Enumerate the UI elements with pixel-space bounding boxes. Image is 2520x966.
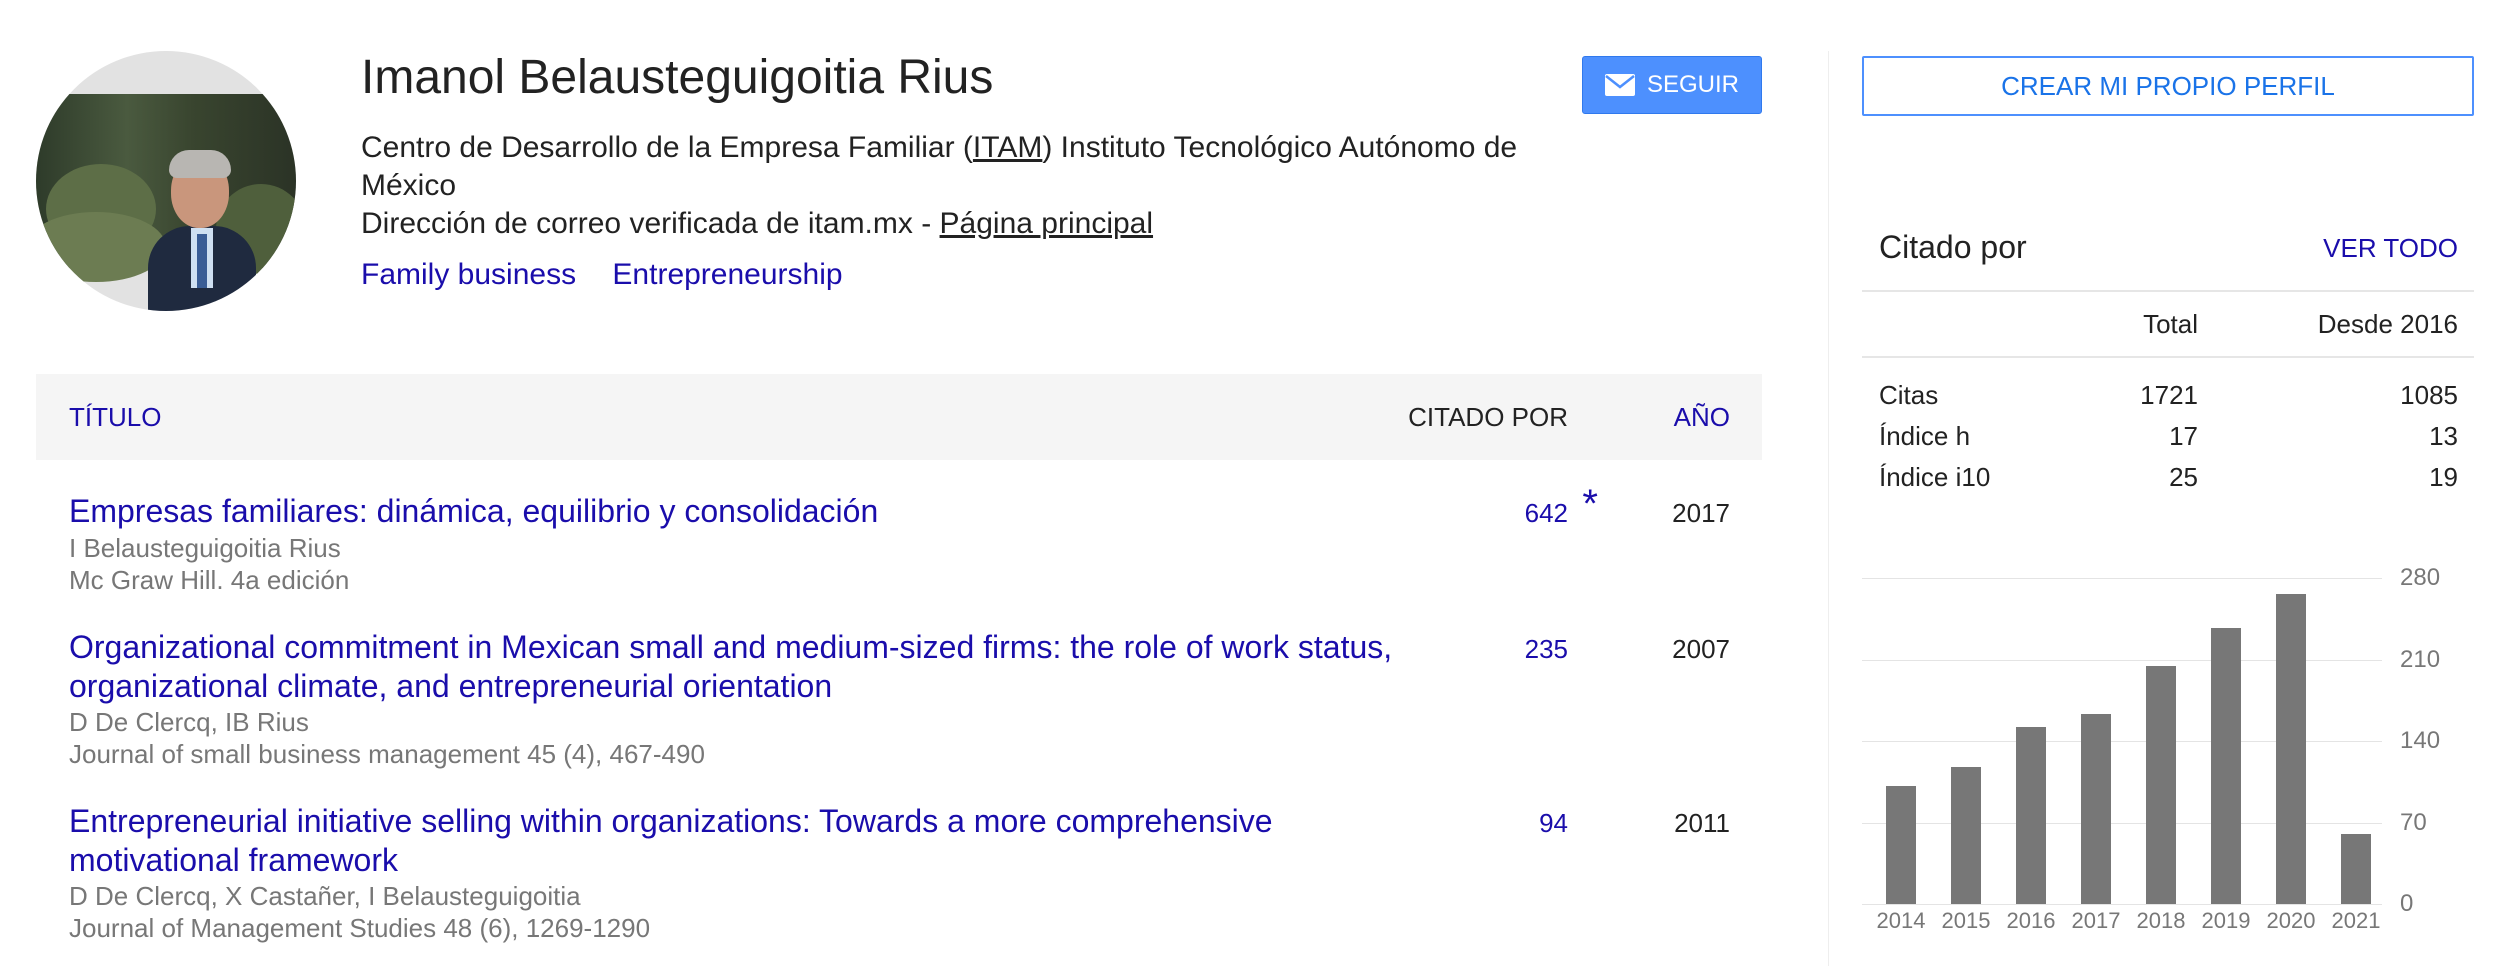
table-row: Empresas familiares: dinámica, equilibri… bbox=[36, 482, 1762, 602]
view-all-link[interactable]: VER TODO bbox=[2323, 233, 2458, 264]
chart-bar-2016[interactable] bbox=[2016, 727, 2046, 904]
y-tick-label: 0 bbox=[2400, 890, 2414, 917]
sort-by-year[interactable]: AÑO bbox=[1674, 374, 1730, 460]
interest-link[interactable]: Entrepreneurship bbox=[612, 258, 842, 291]
article-cited-count[interactable]: 94 bbox=[1539, 808, 1568, 839]
divider bbox=[1862, 290, 2474, 292]
article-cited-count[interactable]: 235 bbox=[1525, 634, 1568, 665]
cited-by-title: Citado por bbox=[1879, 229, 2027, 265]
chart-bar-2021[interactable] bbox=[2341, 834, 2371, 904]
affiliation-link[interactable]: ITAM bbox=[973, 131, 1042, 164]
merged-citations-star[interactable]: * bbox=[1582, 482, 1598, 527]
avatar-photo bbox=[36, 94, 296, 311]
article-year: 2017 bbox=[1672, 498, 1730, 528]
x-tick-label: 2015 bbox=[1941, 908, 1991, 933]
x-tick-label: 2014 bbox=[1876, 908, 1926, 933]
chart-gridline bbox=[1862, 904, 2382, 905]
mail-icon bbox=[1604, 74, 1635, 96]
stat-total: 25 bbox=[2169, 462, 2198, 492]
y-tick-label: 140 bbox=[2400, 727, 2441, 754]
chart-bar-2015[interactable] bbox=[1951, 766, 1981, 904]
article-year: 2011 bbox=[1674, 808, 1730, 838]
article-year: 2007 bbox=[1672, 634, 1730, 664]
chart-gridline bbox=[1862, 578, 2382, 579]
profile-interests: Family business Entrepreneurship bbox=[361, 258, 871, 292]
table-row: Entrepreneurial initiative selling withi… bbox=[36, 802, 1762, 952]
x-tick-label: 2017 bbox=[2071, 908, 2121, 933]
sort-by-title[interactable]: TÍTULO bbox=[69, 374, 161, 460]
stats-header-since: Desde 2016 bbox=[2317, 309, 2458, 339]
follow-button[interactable]: SEGUIR bbox=[1582, 56, 1762, 114]
article-cited-count[interactable]: 642 bbox=[1525, 498, 1568, 529]
chart-bar-2014[interactable] bbox=[1886, 786, 1916, 904]
profile-avatar bbox=[36, 51, 296, 311]
stat-label: Citas bbox=[1879, 380, 1939, 410]
chart-bar-2017[interactable] bbox=[2081, 714, 2111, 904]
profile-name: Imanol Belausteguigoitia Rius bbox=[361, 51, 994, 104]
stats-header-total: Total bbox=[2143, 309, 2198, 339]
stat-label: Índice h bbox=[1879, 421, 1971, 451]
y-tick-label: 70 bbox=[2400, 808, 2427, 836]
stat-since: 13 bbox=[2429, 421, 2458, 451]
article-title[interactable]: Empresas familiares: dinámica, equilibri… bbox=[69, 492, 1449, 531]
interest-link[interactable]: Family business bbox=[361, 258, 576, 291]
article-venue: Journal of small business management 45 … bbox=[69, 739, 705, 769]
stat-since: 19 bbox=[2429, 462, 2458, 492]
x-tick-label: 2019 bbox=[2201, 908, 2251, 933]
homepage-link[interactable]: Página principal bbox=[940, 207, 1153, 240]
divider bbox=[1862, 356, 2474, 358]
citations-chart: 0 70 140 210 280 2014 2015 2016 2017 2018 2019 2020… bbox=[1862, 560, 2440, 940]
x-tick-label: 2018 bbox=[2136, 908, 2186, 933]
chart-bar-2020[interactable] bbox=[2276, 594, 2306, 904]
article-venue: Mc Graw Hill. 4a edición bbox=[69, 565, 350, 595]
y-tick-label: 280 bbox=[2400, 564, 2441, 591]
table-row: Organizational commitment in Mexican sma… bbox=[36, 628, 1762, 778]
x-tick-label: 2020 bbox=[2266, 908, 2316, 933]
article-venue: Journal of Management Studies 48 (6), 12… bbox=[69, 913, 651, 943]
email-text: Dirección de correo verificada de itam.m… bbox=[361, 207, 940, 240]
article-authors: I Belausteguigoitia Rius bbox=[69, 533, 341, 563]
article-authors: D De Clercq, IB Rius bbox=[69, 707, 309, 737]
stat-total: 17 bbox=[2169, 421, 2198, 451]
create-profile-button[interactable]: CREAR MI PROPIO PERFIL bbox=[1862, 56, 2474, 116]
cited-by-header[interactable]: CITADO POR bbox=[1408, 374, 1568, 460]
y-tick-label: 210 bbox=[2400, 645, 2441, 673]
stat-label: Índice i10 bbox=[1879, 462, 1991, 492]
article-title[interactable]: Organizational commitment in Mexican sma… bbox=[69, 628, 1449, 706]
profile-affiliation: Centro de Desarrollo de la Empresa Famil… bbox=[361, 129, 1561, 205]
x-tick-label: 2016 bbox=[2006, 908, 2056, 933]
chart-bar-2018[interactable] bbox=[2146, 666, 2176, 904]
follow-label: SEGUIR bbox=[1646, 71, 1739, 98]
articles-table-header: TÍTULO CITADO POR AÑO bbox=[36, 374, 1762, 460]
article-title[interactable]: Entrepreneurial initiative selling withi… bbox=[69, 802, 1449, 880]
stat-total: 1721 bbox=[2140, 380, 2198, 410]
profile-email: Dirección de correo verificada de itam.m… bbox=[361, 207, 1153, 241]
article-authors: D De Clercq, X Castañer, I Belausteguigo… bbox=[69, 881, 581, 911]
affiliation-prefix: Centro de Desarrollo de la Empresa Famil… bbox=[361, 131, 973, 164]
column-divider bbox=[1828, 51, 1829, 966]
stat-since: 1085 bbox=[2400, 380, 2458, 410]
x-tick-label: 2021 bbox=[2331, 908, 2381, 933]
chart-bar-2019[interactable] bbox=[2211, 628, 2241, 904]
